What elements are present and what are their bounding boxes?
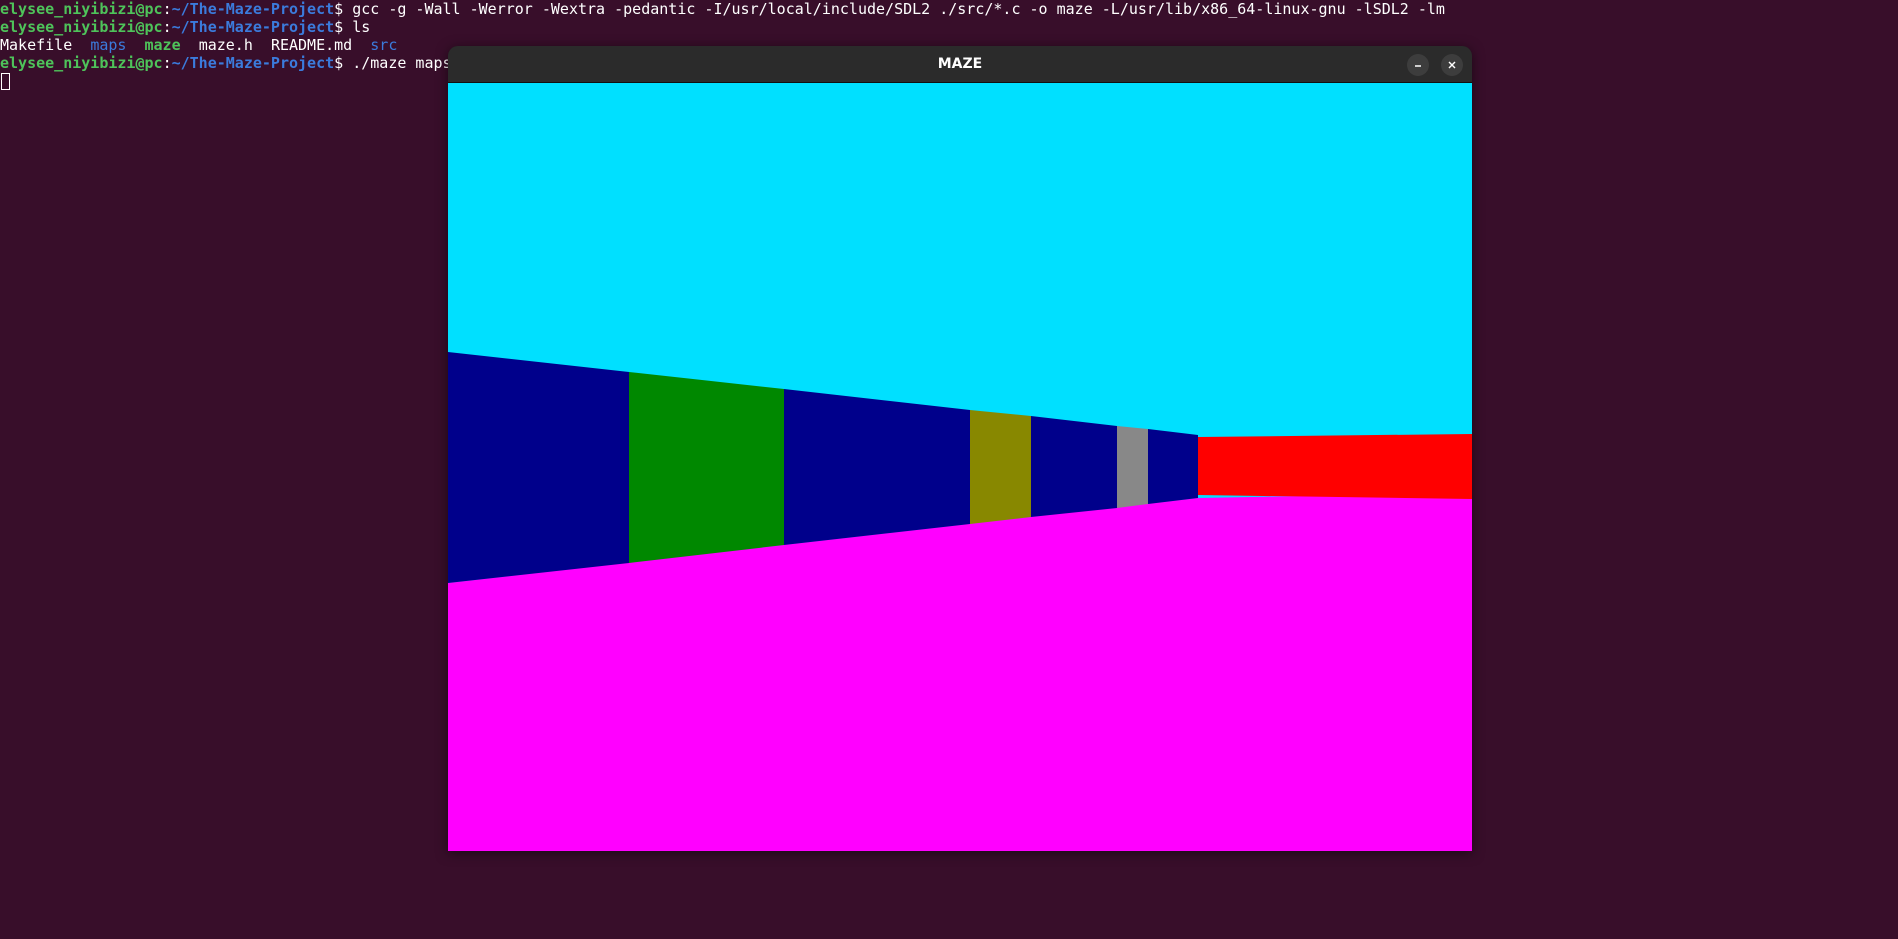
wall-segment-blue-3 xyxy=(1031,416,1117,517)
command-text: gcc -g -Wall -Werror -Wextra -pedantic -… xyxy=(352,0,1445,18)
prompt-sep: : xyxy=(162,18,172,36)
wall-segment-olive xyxy=(970,410,1031,524)
ls-entry-makefile: Makefile xyxy=(0,36,73,54)
command-text: ls xyxy=(352,18,371,36)
maze-render-viewport[interactable] xyxy=(448,83,1472,851)
terminal-line-ls: elysee_niyibizi@pc:~/The-Maze-Project$ l… xyxy=(0,18,370,36)
wall-segment-red xyxy=(1198,434,1472,499)
terminal-line-gcc: elysee_niyibizi@pc:~/The-Maze-Project$ g… xyxy=(0,0,1445,18)
close-icon xyxy=(1448,61,1456,69)
ls-entry-maze-h: maze.h xyxy=(198,36,253,54)
maze-window[interactable]: MAZE xyxy=(448,46,1472,851)
prompt-path: ~/The-Maze-Project xyxy=(171,18,335,36)
prompt-path: ~/The-Maze-Project xyxy=(171,0,335,18)
minimize-icon xyxy=(1415,65,1421,67)
close-button[interactable] xyxy=(1441,54,1463,76)
ls-entry-maze: maze xyxy=(144,36,181,54)
prompt-sep: : xyxy=(162,54,172,72)
wall-segment-blue-2 xyxy=(784,389,970,545)
prompt-user: elysee_niyibizi@pc xyxy=(0,0,163,18)
wall-segment-green xyxy=(629,372,784,563)
terminal-cursor xyxy=(1,73,10,90)
prompt-dollar: $ xyxy=(334,18,353,36)
ls-entry-readme: README.md xyxy=(270,36,353,54)
prompt-sep: : xyxy=(162,0,172,18)
prompt-path: ~/The-Maze-Project xyxy=(171,54,335,72)
prompt-user: elysee_niyibizi@pc xyxy=(0,18,163,36)
wall-segment-blue-4 xyxy=(1148,429,1198,504)
command-text: ./maze maps xyxy=(352,54,452,72)
minimize-button[interactable] xyxy=(1407,54,1429,76)
maze-render-canvas xyxy=(448,83,1472,851)
prompt-dollar: $ xyxy=(334,0,353,18)
window-titlebar[interactable]: MAZE xyxy=(448,46,1472,83)
prompt-user: elysee_niyibizi@pc xyxy=(0,54,163,72)
window-title: MAZE xyxy=(937,56,983,72)
ls-entry-src: src xyxy=(370,36,398,54)
prompt-dollar: $ xyxy=(334,54,353,72)
terminal-line-ls-output: Makefile maps maze maze.h README.md src xyxy=(0,36,397,54)
wall-segment-blue-1 xyxy=(448,352,629,583)
wall-segment-gray xyxy=(1117,426,1148,508)
ls-entry-maps: maps xyxy=(90,36,127,54)
terminal-line-run: elysee_niyibizi@pc:~/The-Maze-Project$ .… xyxy=(0,54,452,72)
